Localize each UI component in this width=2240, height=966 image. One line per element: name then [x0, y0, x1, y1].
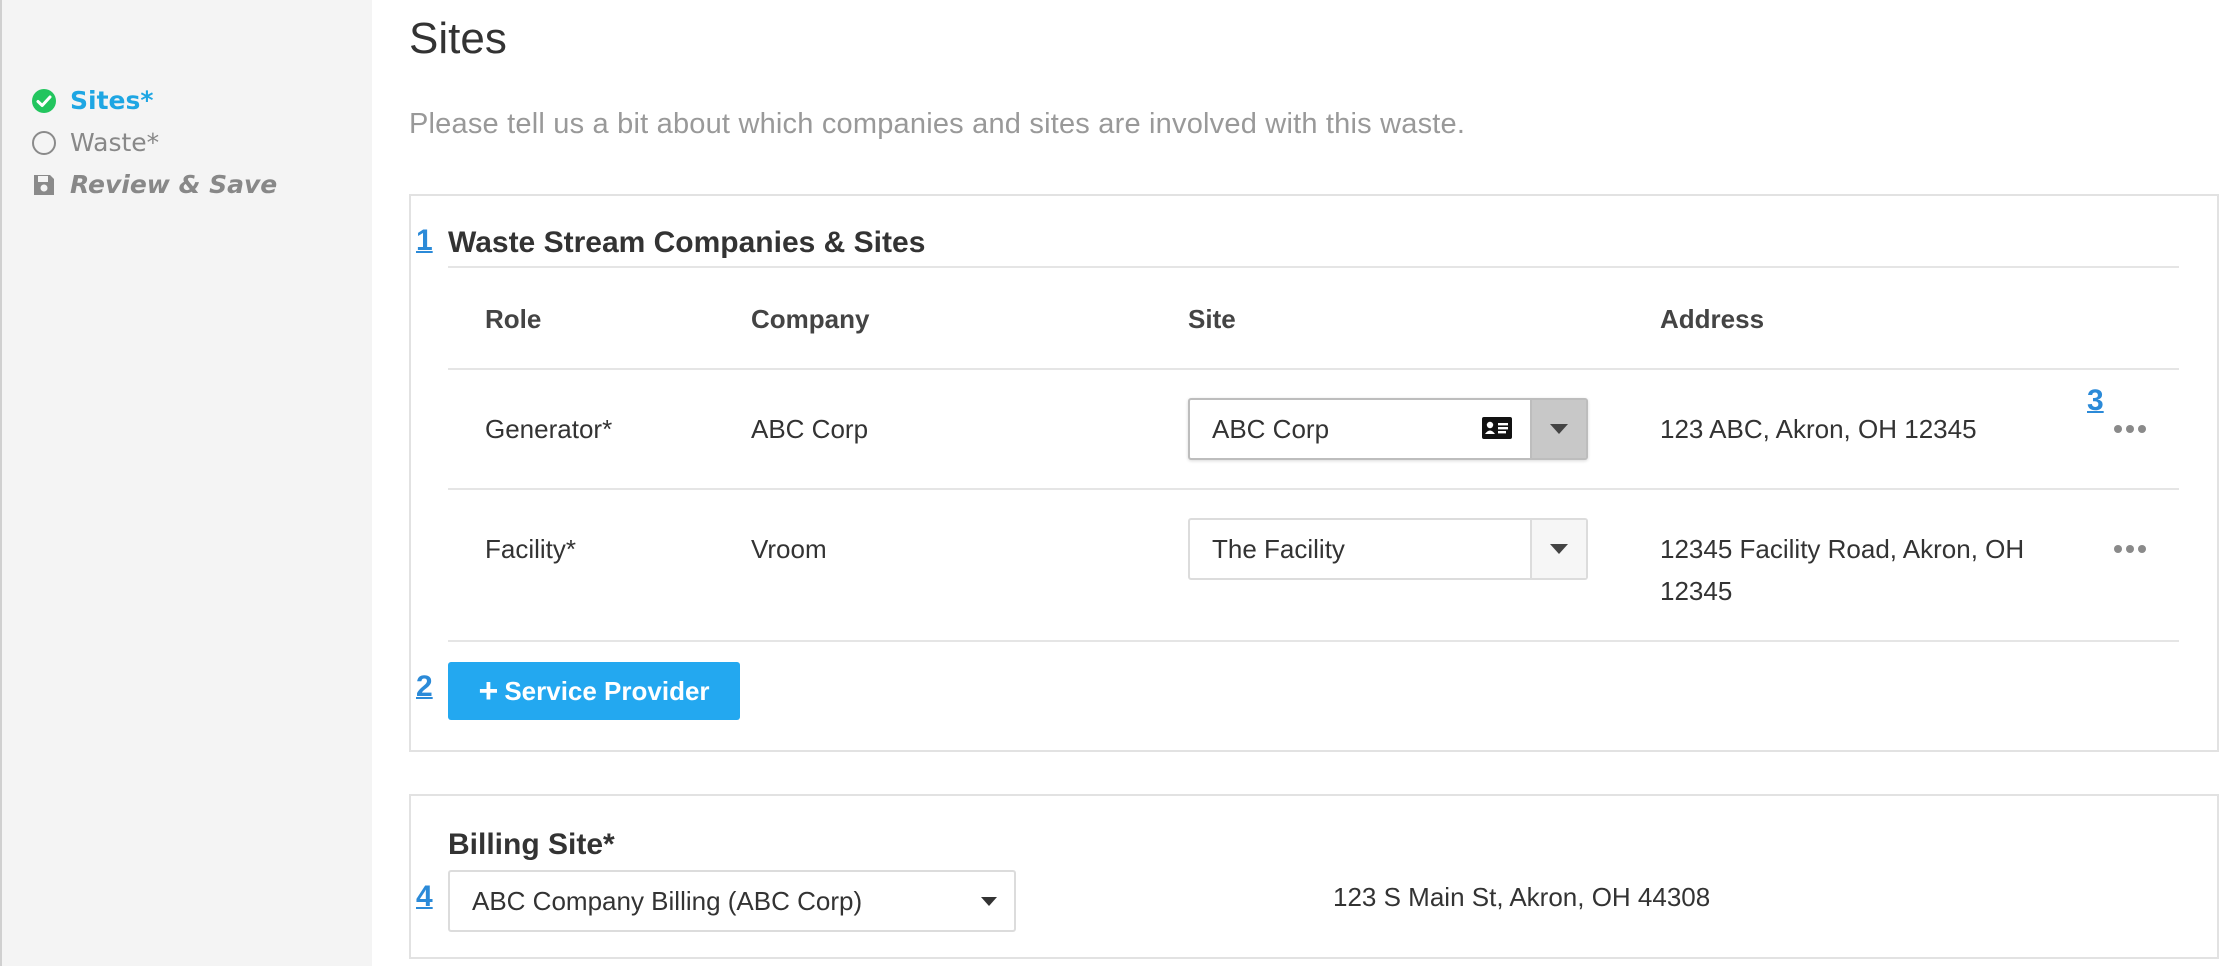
add-service-provider-label: Service Provider	[504, 675, 710, 706]
billing-site-value: ABC Company Billing (ABC Corp)	[472, 885, 863, 916]
floppy-disk-icon	[30, 171, 58, 199]
role-cell: Facility*	[485, 534, 577, 564]
step-waste-label: Waste*	[70, 128, 160, 157]
chevron-down-icon[interactable]	[1530, 400, 1586, 458]
page-intro: Please tell us a bit about which compani…	[409, 108, 1466, 140]
check-circle-icon	[30, 87, 58, 115]
divider	[448, 640, 2179, 642]
marker-1: 1	[416, 224, 433, 257]
company-cell: ABC Corp	[751, 414, 869, 444]
billing-site-title: Billing Site*	[448, 828, 615, 861]
address-line-1: 12345 Facility Road, Akron, OH	[1660, 534, 2025, 564]
more-options-icon[interactable]	[2114, 543, 2146, 555]
add-service-provider-button[interactable]: + Service Provider	[448, 662, 740, 720]
divider	[448, 368, 2179, 370]
company-cell: Vroom	[751, 534, 827, 564]
page-title: Sites	[409, 14, 507, 63]
marker-2: 2	[416, 670, 433, 703]
role-cell: Generator*	[485, 414, 613, 444]
chevron-down-icon[interactable]	[964, 896, 1014, 906]
divider	[448, 266, 2179, 268]
section-title: Waste Stream Companies & Sites	[448, 226, 926, 259]
address-line-2: 12345	[1660, 576, 1733, 606]
wizard-sidebar: Sites* Waste* Review & Save	[0, 0, 372, 966]
step-sites-label: Sites*	[70, 86, 154, 115]
column-header-role: Role	[485, 304, 542, 334]
column-header-company: Company	[751, 304, 870, 334]
column-header-address: Address	[1660, 304, 1765, 334]
site-select-value: ABC Corp	[1212, 413, 1330, 444]
step-review-save[interactable]: Review & Save	[30, 170, 277, 199]
step-waste[interactable]: Waste*	[30, 128, 159, 157]
column-header-site: Site	[1188, 304, 1236, 334]
billing-address: 123 S Main St, Akron, OH 44308	[1333, 882, 1711, 912]
marker-3: 3	[2087, 384, 2104, 417]
address-cell: 123 ABC, Akron, OH 12345	[1660, 414, 1977, 444]
plus-icon: +	[478, 672, 499, 710]
marker-4: 4	[416, 880, 433, 913]
step-sites[interactable]: Sites*	[30, 86, 153, 115]
divider	[448, 488, 2179, 490]
step-review-label: Review & Save	[70, 170, 278, 199]
chevron-down-icon[interactable]	[1530, 520, 1586, 578]
contact-card-icon[interactable]	[1482, 417, 1514, 441]
more-options-icon[interactable]	[2114, 423, 2146, 435]
companies-sites-panel: 1 Waste Stream Companies & Sites Role Co…	[409, 194, 2219, 752]
site-select-facility[interactable]: The Facility	[1188, 518, 1588, 580]
site-select-value: The Facility	[1212, 533, 1345, 564]
billing-site-select[interactable]: ABC Company Billing (ABC Corp)	[448, 870, 1016, 932]
address-cell: 12345 Facility Road, Akron, OH 12345	[1660, 528, 2024, 612]
billing-site-panel: Billing Site* 4 ABC Company Billing (ABC…	[409, 794, 2219, 959]
site-select-generator[interactable]: ABC Corp	[1188, 398, 1588, 460]
empty-circle-icon	[30, 129, 58, 157]
